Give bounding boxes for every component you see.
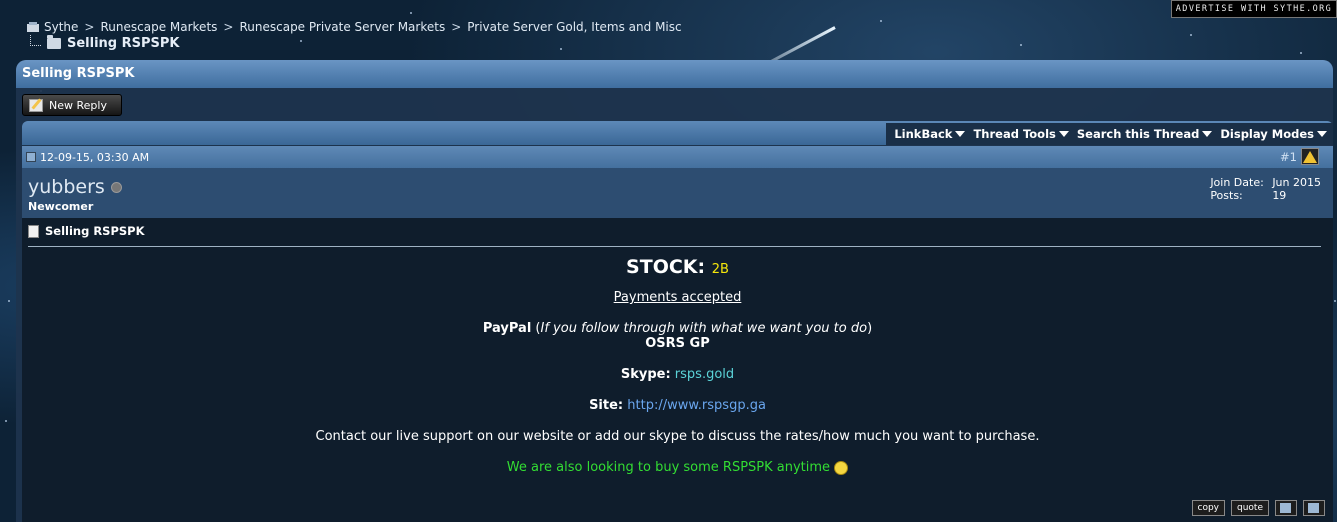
pencil-icon <box>29 98 43 112</box>
user-title: Newcomer <box>28 200 94 213</box>
post-content: STOCK: 2B Payments accepted PayPal (If y… <box>22 256 1333 475</box>
contact-text: Contact our live support on our website … <box>315 429 1040 444</box>
paypal-line: PayPal (If you follow through with what … <box>482 321 873 336</box>
display-modes-menu[interactable]: Display Modes <box>1220 127 1327 141</box>
skype-value[interactable]: rsps.gold <box>675 367 734 382</box>
offline-status-icon <box>110 182 122 193</box>
join-date-label: Join Date: <box>1210 176 1264 189</box>
chevron-down-icon <box>955 131 966 137</box>
breadcrumb-private-server-markets[interactable]: Runescape Private Server Markets <box>239 20 445 34</box>
breadcrumb-sythe[interactable]: Sythe <box>44 20 78 34</box>
username[interactable]: yubbers <box>28 176 122 198</box>
post-number-link[interactable]: #1 <box>1280 150 1297 164</box>
stock-line: STOCK: 2B <box>626 256 729 278</box>
user-stats: Join Date: Jun 2015 Posts: 19 <box>1210 176 1321 202</box>
linkback-menu[interactable]: LinkBack <box>894 127 966 141</box>
payments-heading: Payments accepted <box>613 290 742 305</box>
posts-value: 19 <box>1272 189 1287 202</box>
post-status-icon <box>26 152 36 162</box>
report-post-button[interactable] <box>1301 148 1319 165</box>
skype-line: Skype: rsps.gold <box>620 367 735 382</box>
post-date: 12-09-15, 03:30 AM <box>40 150 150 164</box>
breadcrumb-current: Selling RSPSPK <box>67 36 180 51</box>
stock-value: 2B <box>711 262 729 277</box>
breadcrumb-runescape-markets[interactable]: Runescape Markets <box>100 20 217 34</box>
osrs-line: OSRS GP <box>645 336 710 351</box>
post-header: 12-09-15, 03:30 AM #1 <box>22 146 1333 168</box>
warning-icon <box>1303 150 1317 163</box>
post-title: Selling RSPSPK <box>28 224 145 238</box>
thread-title: Selling RSPSPK <box>16 60 1333 88</box>
divider <box>28 246 1321 247</box>
smiley-icon <box>834 460 849 475</box>
breadcrumb-separator: > <box>223 20 234 34</box>
thread-panel: Selling RSPSPK New Reply LinkBack Thread… <box>16 60 1333 522</box>
join-date-value: Jun 2015 <box>1272 176 1321 189</box>
post-actions: copy quote <box>1191 500 1325 516</box>
new-reply-button[interactable]: New Reply <box>22 94 122 116</box>
copy-button[interactable]: copy <box>1191 500 1225 516</box>
breadcrumb-separator: > <box>451 20 462 34</box>
quote-button[interactable]: quote <box>1231 500 1269 516</box>
search-thread-menu[interactable]: Search this Thread <box>1077 127 1213 141</box>
chevron-down-icon <box>1202 131 1213 137</box>
thread-tools: LinkBack Thread Tools Search this Thread… <box>886 123 1333 145</box>
breadcrumb: Sythe > Runescape Markets > Runescape Pr… <box>26 20 682 51</box>
posts-label: Posts: <box>1210 189 1243 202</box>
buy-text-line: We are also looking to buy some RSPSPK a… <box>22 460 1333 475</box>
new-reply-label: New Reply <box>49 98 107 112</box>
folder-icon <box>47 35 61 49</box>
document-icon <box>28 224 39 238</box>
multiquote-button[interactable] <box>1275 500 1297 516</box>
post-body: Selling RSPSPK STOCK: 2B Payments accept… <box>22 218 1333 522</box>
tree-connector <box>30 35 41 46</box>
breadcrumb-gold-items-misc[interactable]: Private Server Gold, Items and Misc <box>467 20 681 34</box>
site-line: Site: http://www.rspsgp.ga <box>589 398 766 413</box>
thread-tools-menu[interactable]: Thread Tools <box>973 127 1069 141</box>
site-link[interactable]: http://www.rspsgp.ga <box>627 398 766 413</box>
home-forum-icon <box>27 22 39 32</box>
user-info-bar: yubbers Newcomer Join Date: Jun 2015 Post… <box>22 168 1333 218</box>
quick-reply-button[interactable] <box>1303 500 1325 516</box>
chevron-down-icon <box>1058 131 1069 137</box>
chevron-down-icon <box>1317 131 1327 137</box>
advertise-banner[interactable]: ADVERTISE WITH SYTHE.ORG <box>1171 0 1337 18</box>
breadcrumb-separator: > <box>84 20 95 34</box>
thread-toolbar: LinkBack Thread Tools Search this Thread… <box>22 121 1333 145</box>
